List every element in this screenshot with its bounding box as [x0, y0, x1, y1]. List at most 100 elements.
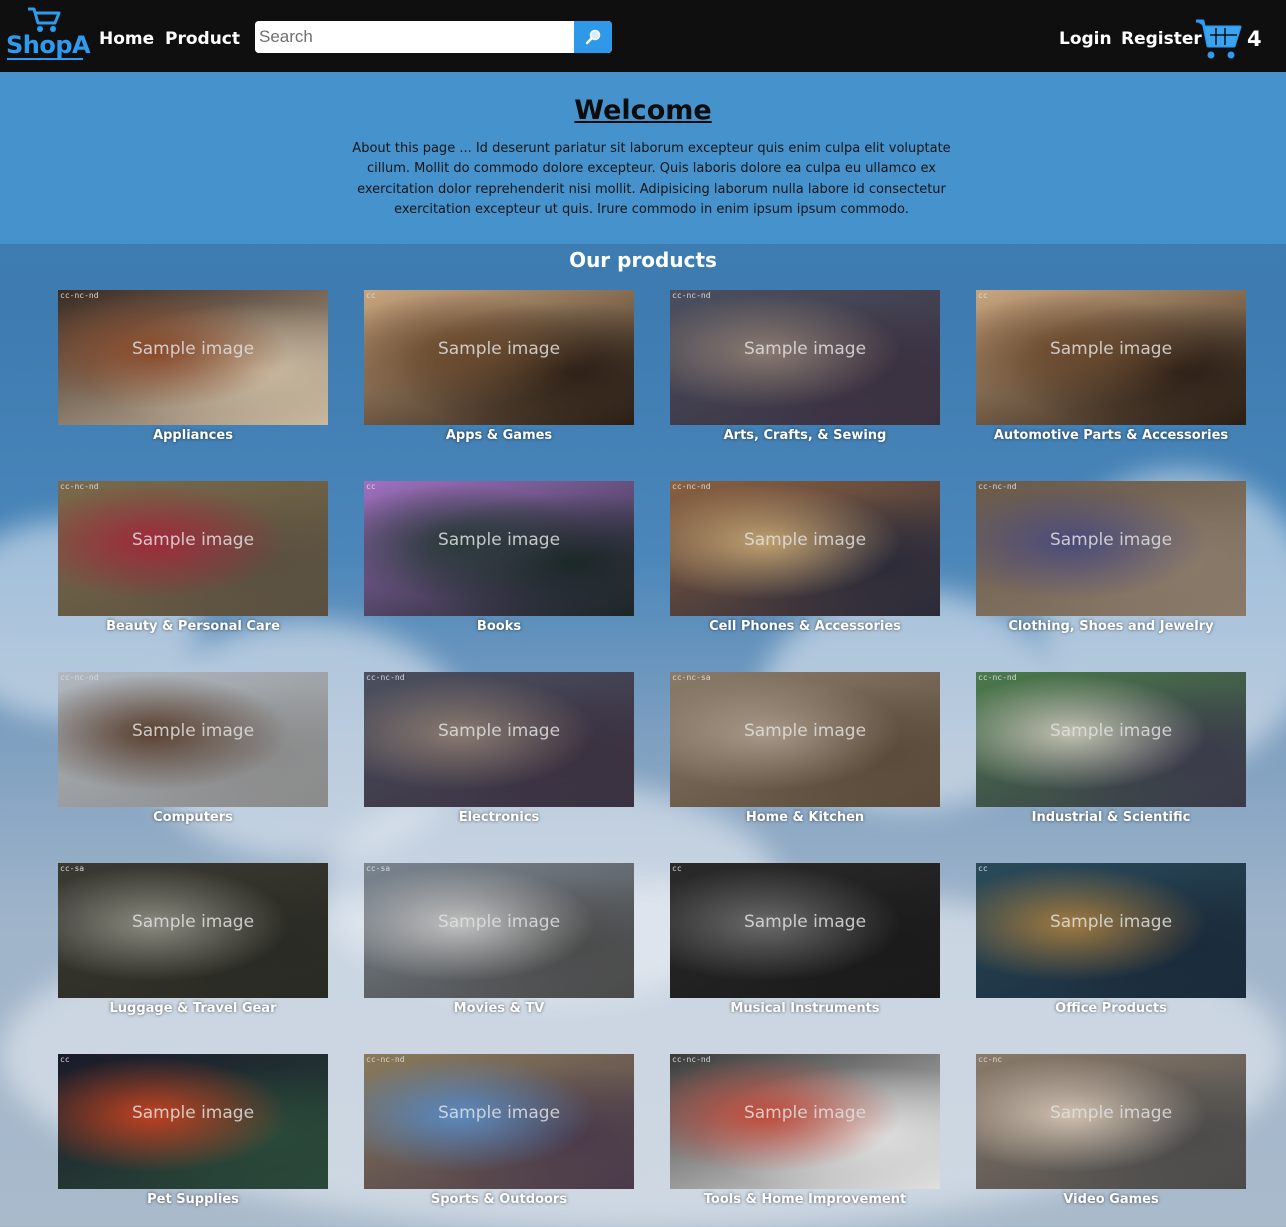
product-category-link[interactable]: Books [344, 618, 654, 636]
product-card[interactable]: cc-nc-sa Sample image Home & Kitchen [670, 672, 940, 842]
product-card[interactable]: cc-nc-nd Sample image Sports & Outdoors [364, 1054, 634, 1224]
product-card[interactable]: cc Sample image Musical Instruments [670, 863, 940, 1033]
sample-image-text: Sample image [743, 1103, 867, 1123]
register-link[interactable]: Register [1121, 28, 1202, 50]
sample-image-text: Sample image [131, 1103, 255, 1123]
product-category-link[interactable]: Appliances [38, 427, 348, 445]
product-image[interactable]: cc-nc-nd Sample image [976, 481, 1246, 616]
license-tag: cc-nc-nd [672, 482, 711, 491]
search-button[interactable] [574, 21, 612, 53]
product-card[interactable]: cc Sample image Books [364, 481, 634, 651]
nav-home-link[interactable]: Home [99, 28, 154, 50]
product-card[interactable]: cc Sample image Office Products [976, 863, 1246, 1033]
product-image[interactable]: cc-nc-nd Sample image [364, 1054, 634, 1189]
product-image[interactable]: cc-nc-nd Sample image [670, 1054, 940, 1189]
license-tag: cc-nc-nd [672, 291, 711, 300]
product-image[interactable]: cc Sample image [364, 481, 634, 616]
product-card[interactable]: cc-nc-nd Sample image Computers [58, 672, 328, 842]
license-tag: cc [60, 1055, 70, 1064]
license-tag: cc-nc-nd [60, 291, 99, 300]
nav-product-link[interactable]: Product [165, 28, 240, 50]
product-card[interactable]: cc Sample image Apps & Games [364, 290, 634, 460]
brand-underline [7, 58, 83, 60]
product-card[interactable]: cc Sample image Pet Supplies [58, 1054, 328, 1224]
product-category-link[interactable]: Pet Supplies [38, 1191, 348, 1209]
product-category-link[interactable]: Video Games [956, 1191, 1266, 1209]
sample-image-text: Sample image [131, 530, 255, 550]
product-image[interactable]: cc-sa Sample image [58, 863, 328, 998]
sample-image-text: Sample image [1049, 721, 1173, 741]
product-image[interactable]: cc Sample image [670, 863, 940, 998]
product-card[interactable]: cc-nc-nd Sample image Cell Phones & Access… [670, 481, 940, 651]
product-image[interactable]: cc-nc-sa Sample image [670, 672, 940, 807]
license-tag: cc [978, 864, 988, 873]
sample-image-text: Sample image [743, 339, 867, 359]
product-category-link[interactable]: Office Products [956, 1000, 1266, 1018]
product-card[interactable]: cc-nc-nd Sample image Industrial & Scienti… [976, 672, 1246, 842]
sample-image-text: Sample image [743, 530, 867, 550]
sample-image-text: Sample image [1049, 912, 1173, 932]
product-image[interactable]: cc Sample image [364, 290, 634, 425]
sample-image-text: Sample image [131, 339, 255, 359]
product-card[interactable]: cc-nc-nd Sample image Tools & Home Improve… [670, 1054, 940, 1224]
license-tag: cc [366, 291, 376, 300]
product-category-link[interactable]: Beauty & Personal Care [38, 618, 348, 636]
navbar: ShopA Home Product Login Register 4 [0, 0, 1286, 72]
product-card[interactable]: cc Sample image Automotive Parts & Accesso… [976, 290, 1246, 460]
license-tag: cc-sa [60, 864, 85, 873]
product-image[interactable]: cc Sample image [976, 290, 1246, 425]
product-image[interactable]: cc-nc-nd Sample image [976, 672, 1246, 807]
product-card[interactable]: cc-nc-nd Sample image Arts, Crafts, & Sewi… [670, 290, 940, 460]
cart-count[interactable]: 4 [1247, 26, 1262, 52]
product-category-link[interactable]: Automotive Parts & Accessories [956, 427, 1266, 445]
product-image[interactable]: cc-nc-nd Sample image [58, 290, 328, 425]
search-input[interactable] [255, 21, 574, 53]
product-card[interactable]: cc-nc-nd Sample image Appliances [58, 290, 328, 460]
product-category-link[interactable]: Apps & Games [344, 427, 654, 445]
product-category-link[interactable]: Clothing, Shoes and Jewelry [956, 618, 1266, 636]
login-link[interactable]: Login [1059, 28, 1112, 50]
license-tag: cc-nc [978, 1055, 1003, 1064]
sample-image-text: Sample image [437, 721, 561, 741]
brand-logo[interactable]: ShopA [6, 6, 91, 62]
product-card[interactable]: cc-nc-nd Sample image Electronics [364, 672, 634, 842]
product-image[interactable]: cc-nc-nd Sample image [58, 481, 328, 616]
product-category-link[interactable]: Electronics [344, 809, 654, 827]
license-tag: cc-nc-nd [366, 1055, 405, 1064]
license-tag: cc [366, 482, 376, 491]
product-category-link[interactable]: Sports & Outdoors [344, 1191, 654, 1209]
product-image[interactable]: cc-nc-nd Sample image [364, 672, 634, 807]
product-category-link[interactable]: Computers [38, 809, 348, 827]
product-card[interactable]: cc-nc Sample image Video Games [976, 1054, 1246, 1224]
sample-image-text: Sample image [437, 1103, 561, 1123]
search-icon [585, 29, 601, 45]
product-image[interactable]: cc-nc Sample image [976, 1054, 1246, 1189]
page-title: Welcome [574, 95, 712, 126]
license-tag: cc [978, 291, 988, 300]
product-image[interactable]: cc Sample image [976, 863, 1246, 998]
brand-name: ShopA [6, 31, 91, 59]
product-category-link[interactable]: Cell Phones & Accessories [650, 618, 960, 636]
product-category-link[interactable]: Industrial & Scientific [956, 809, 1266, 827]
product-category-link[interactable]: Arts, Crafts, & Sewing [650, 427, 960, 445]
product-image[interactable]: cc-nc-nd Sample image [58, 672, 328, 807]
product-image[interactable]: cc Sample image [58, 1054, 328, 1189]
product-image[interactable]: cc-nc-nd Sample image [670, 290, 940, 425]
product-category-link[interactable]: Luggage & Travel Gear [38, 1000, 348, 1018]
product-category-link[interactable]: Musical Instruments [650, 1000, 960, 1018]
license-tag: cc-nc-nd [978, 482, 1017, 491]
product-card[interactable]: cc-sa Sample image Movies & TV [364, 863, 634, 1033]
product-image[interactable]: cc-nc-nd Sample image [670, 481, 940, 616]
products-heading: Our products [569, 248, 717, 272]
sample-image-text: Sample image [437, 530, 561, 550]
product-card[interactable]: cc-sa Sample image Luggage & Travel Gear [58, 863, 328, 1033]
sample-image-text: Sample image [131, 721, 255, 741]
product-card[interactable]: cc-nc-nd Sample image Clothing, Shoes and … [976, 481, 1246, 651]
product-category-link[interactable]: Home & Kitchen [650, 809, 960, 827]
product-image[interactable]: cc-sa Sample image [364, 863, 634, 998]
search-bar [255, 21, 612, 53]
product-card[interactable]: cc-nc-nd Sample image Beauty & Personal Ca… [58, 481, 328, 651]
product-category-link[interactable]: Tools & Home Improvement [650, 1191, 960, 1209]
product-category-link[interactable]: Movies & TV [344, 1000, 654, 1018]
cart-icon[interactable] [1194, 16, 1242, 62]
